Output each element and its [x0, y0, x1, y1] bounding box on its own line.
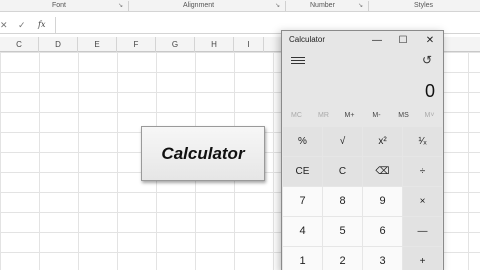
column-header-i[interactable]: I [234, 37, 264, 52]
ribbon-group-font: Font [52, 2, 67, 9]
memory-recall-button[interactable]: MR [310, 109, 337, 123]
column-header-c[interactable]: C [0, 37, 39, 52]
cancel-entry-icon[interactable]: ✕ [0, 17, 8, 33]
memory-add-button[interactable]: M+ [336, 109, 363, 123]
digit-7-button[interactable]: 7 [283, 187, 322, 216]
digit-8-button[interactable]: 8 [323, 187, 362, 216]
subtract-button[interactable]: — [403, 217, 442, 246]
hamburger-menu-icon[interactable] [291, 55, 305, 67]
percent-button[interactable]: % [283, 127, 322, 156]
backspace-button[interactable]: ⌫ [363, 157, 402, 186]
column-header-h[interactable]: H [195, 37, 234, 52]
ribbon-separator [128, 1, 129, 11]
digit-3-button[interactable]: 3 [363, 247, 402, 270]
ribbon-group-bar: Font ↘ Alignment ↘ Number ↘ Styles [0, 0, 480, 12]
ribbon-group-alignment: Alignment [183, 2, 215, 9]
minimize-button[interactable]: — [364, 32, 390, 50]
font-dialog-launcher-icon[interactable]: ↘ [118, 3, 124, 9]
close-button[interactable]: ✕ [417, 32, 443, 50]
memory-subtract-button[interactable]: M- [363, 109, 390, 123]
maximize-button[interactable]: ☐ [390, 32, 416, 50]
memory-clear-button[interactable]: MC [283, 109, 310, 123]
square-root-button[interactable]: √ [323, 127, 362, 156]
enter-entry-icon[interactable]: ✓ [18, 17, 26, 33]
insert-function-icon[interactable]: fx [38, 17, 45, 33]
calculator-shape-button[interactable]: Calculator [141, 126, 265, 181]
digit-1-button[interactable]: 1 [283, 247, 322, 270]
clear-entry-button[interactable]: CE [283, 157, 322, 186]
digit-6-button[interactable]: 6 [363, 217, 402, 246]
ribbon-group-number: Number [310, 2, 335, 9]
square-button[interactable]: x² [363, 127, 402, 156]
column-header-d[interactable]: D [39, 37, 78, 52]
digit-9-button[interactable]: 9 [363, 187, 402, 216]
ribbon-separator [368, 1, 369, 11]
ribbon-separator [285, 1, 286, 11]
memory-list-button[interactable]: M˅ [416, 109, 443, 123]
memory-store-button[interactable]: MS [390, 109, 417, 123]
memory-row: MC MR M+ M- MS M˅ [282, 109, 443, 123]
alignment-dialog-launcher-icon[interactable]: ↘ [275, 3, 281, 9]
history-icon[interactable]: ↺ [420, 53, 434, 67]
add-button[interactable]: + [403, 247, 442, 270]
digit-2-button[interactable]: 2 [323, 247, 362, 270]
reciprocal-button[interactable]: ¹⁄ₓ [403, 127, 442, 156]
number-dialog-launcher-icon[interactable]: ↘ [358, 3, 364, 9]
calculator-window: Calculator — ☐ ✕ ↺ 0 MC MR M+ M- MS M˅ %… [281, 30, 444, 270]
ribbon-group-styles: Styles [414, 2, 434, 9]
result-display: 0 [424, 81, 435, 101]
window-title: Calculator [289, 35, 326, 44]
column-header-e[interactable]: E [78, 37, 117, 52]
clear-button[interactable]: C [323, 157, 362, 186]
column-header-g[interactable]: G [156, 37, 195, 52]
multiply-button[interactable]: × [403, 187, 442, 216]
digit-4-button[interactable]: 4 [283, 217, 322, 246]
digit-5-button[interactable]: 5 [323, 217, 362, 246]
divide-button[interactable]: ÷ [403, 157, 442, 186]
column-header-f[interactable]: F [117, 37, 156, 52]
